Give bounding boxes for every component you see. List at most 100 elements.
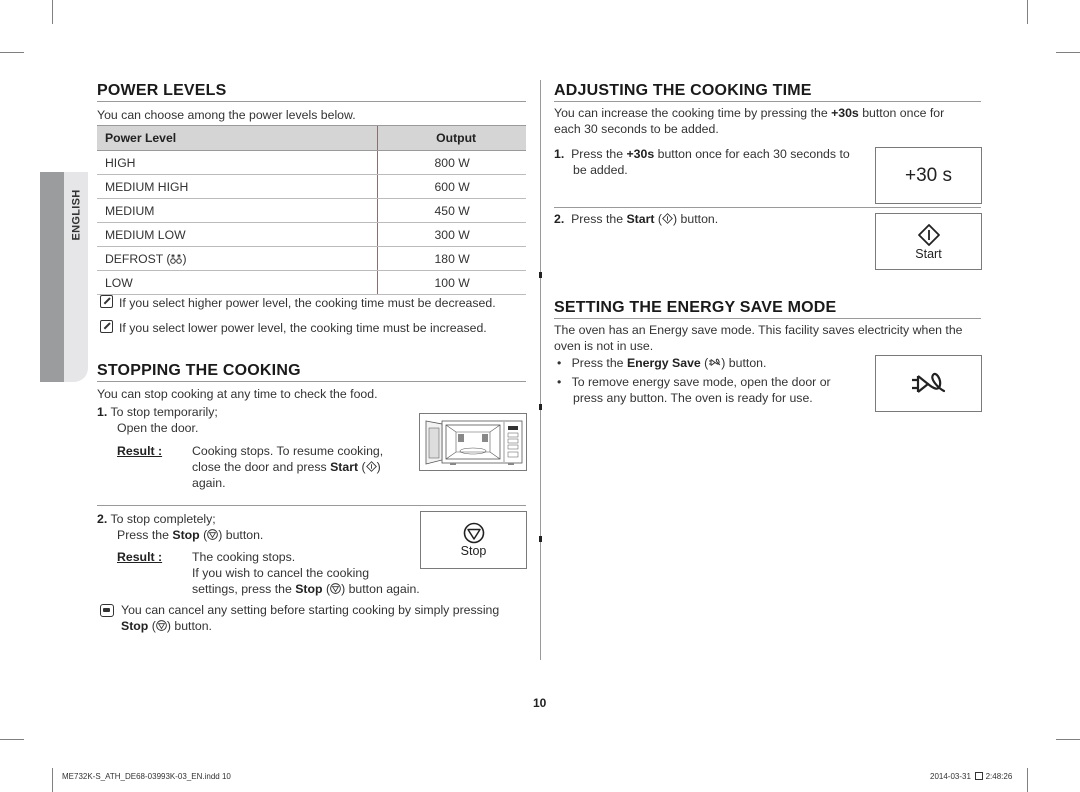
output-cell: 600 W	[377, 174, 526, 199]
stop-bold: Stop	[121, 619, 149, 633]
stop-icon	[330, 583, 341, 594]
step-text: Press the	[571, 147, 627, 161]
crop-mark	[52, 0, 53, 24]
bullet-text: press any button. The oven is ready for …	[573, 391, 813, 405]
power-level-cell: MEDIUM LOW	[97, 222, 378, 247]
stopping-heading: STOPPING THE COOKING	[97, 362, 526, 382]
step-text: Press the	[117, 528, 173, 542]
footer-filename: ME732K-S_ATH_DE68-03993K-03_EN.indd 10	[62, 772, 231, 781]
energy-bullet-2: • To remove energy save mode, open the d…	[557, 374, 857, 406]
power-level-cell: HIGH	[97, 150, 378, 175]
tip-cancel-setting: You can cancel any setting before starti…	[100, 602, 525, 634]
energy-bullet-1: • Press the Energy Save () button.	[557, 356, 767, 370]
crop-mark	[0, 739, 24, 740]
start-icon	[917, 223, 940, 246]
note-icon	[100, 320, 113, 333]
energy-save-icon	[709, 358, 721, 366]
stop-icon	[156, 620, 167, 631]
crop-mark	[0, 52, 24, 53]
footer-date: 2014-03-31	[930, 772, 971, 781]
stopping-intro: You can stop cooking at any time to chec…	[97, 387, 378, 401]
intro-text: The oven has an Energy save mode. This f…	[554, 323, 963, 337]
output-cell: 180 W	[377, 246, 526, 271]
language-side-tab: ENGLISH	[40, 172, 88, 382]
stop-icon	[207, 529, 219, 540]
step-text: Press the	[571, 212, 627, 226]
table-row: LOW 100 W	[97, 270, 526, 295]
output-cell: 100 W	[377, 270, 526, 295]
divider-mark	[539, 404, 542, 410]
note-icon	[100, 295, 113, 308]
step-text: button.	[677, 212, 719, 226]
crop-mark	[1056, 52, 1080, 53]
start-button-illustration: Start	[875, 213, 982, 270]
result-line: settings, press the	[192, 582, 296, 596]
footer-ampm-glyph	[975, 772, 984, 780]
footer-time: 2:48:26	[985, 772, 1013, 781]
output-cell: 300 W	[377, 222, 526, 247]
step1-result-text: Cooking stops. To resume cooking, close …	[192, 443, 412, 491]
crop-mark	[1056, 739, 1080, 740]
language-label: ENGLISH	[70, 189, 82, 241]
power-level-cell: LOW	[97, 270, 378, 295]
note-text: If you select lower power level, the coo…	[119, 321, 487, 335]
stop-button-illustration: Stop	[420, 511, 527, 569]
microwave-open-door-illustration	[419, 413, 527, 471]
step-number: 1.	[97, 405, 108, 419]
section-separator	[554, 207, 981, 208]
table-row: DEFROST () 180 W	[97, 246, 526, 271]
energy-save-button-illustration	[875, 355, 982, 412]
note-lower-power: If you select lower power level, the coo…	[100, 320, 487, 336]
start-icon	[365, 461, 377, 472]
step-text: To stop completely;	[110, 512, 216, 526]
step-number: 2.	[97, 512, 108, 526]
column-header-output: Output	[377, 125, 526, 151]
step-number: 1.	[554, 147, 565, 161]
table-row: MEDIUM HIGH 600 W	[97, 174, 526, 199]
step-text: button.	[222, 528, 264, 542]
start-bold: Start	[626, 212, 655, 226]
bullet-text: To remove energy save mode, open the doo…	[571, 375, 831, 389]
column-divider	[540, 80, 541, 660]
start-bold: Start	[330, 460, 359, 474]
output-cell: 450 W	[377, 198, 526, 223]
divider-mark	[539, 536, 542, 542]
power-level-label: DEFROST	[105, 251, 164, 266]
microwave-icon	[425, 420, 523, 465]
step-text: be added.	[573, 163, 628, 177]
power-levels-intro: You can choose among the power levels be…	[97, 108, 356, 122]
plus30-bold: +30s	[831, 106, 859, 120]
bullet-text: Press the	[571, 356, 627, 370]
bullet: •	[557, 356, 562, 370]
energy-save-intro: The oven has an Energy save mode. This f…	[554, 322, 981, 354]
result-label-text: Result :	[117, 444, 163, 458]
bullet-text: button.	[725, 356, 767, 370]
bullet: •	[557, 375, 562, 389]
tip-text: You can cancel any setting before starti…	[121, 603, 500, 617]
intro-text: oven is not in use.	[554, 339, 654, 353]
start-icon	[662, 213, 673, 224]
column-header-power-level: Power Level	[97, 125, 378, 151]
adjusting-step2: 2. Press the Start () button.	[554, 212, 719, 226]
plus30-button-illustration: +30 s	[875, 147, 982, 204]
crop-mark	[52, 768, 53, 792]
energy-save-bold: Energy Save	[626, 356, 701, 370]
adjusting-step1: 1. Press the +30s button once for each 3…	[554, 146, 869, 178]
divider-mark	[539, 272, 542, 278]
result-line: again.	[192, 476, 226, 490]
adjusting-heading: ADJUSTING THE COOKING TIME	[554, 82, 981, 102]
defrost-icon	[170, 253, 183, 264]
tip-hand-icon	[100, 604, 114, 617]
energy-save-icon	[911, 372, 945, 393]
stop-bold: Stop	[295, 582, 323, 596]
section-separator	[97, 505, 526, 506]
crop-mark	[1027, 0, 1028, 24]
result-label: Result :	[117, 443, 162, 459]
crop-mark	[1027, 768, 1028, 792]
result-line: Cooking stops. To resume cooking,	[192, 444, 384, 458]
intro-text: each 30 seconds to be added.	[554, 122, 719, 136]
energy-save-heading: SETTING THE ENERGY SAVE MODE	[554, 299, 981, 319]
table-header-row: Power Level Output	[97, 125, 526, 151]
tip-text: button.	[170, 619, 212, 633]
step-text: Open the door.	[117, 421, 199, 435]
